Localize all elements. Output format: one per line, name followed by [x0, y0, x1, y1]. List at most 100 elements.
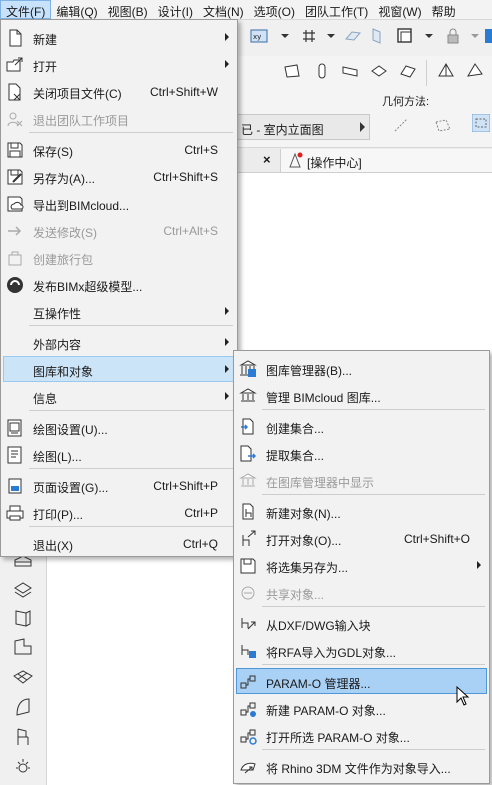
menu-item-open-object[interactable]: 打开对象(O)... Ctrl+Shift+O [236, 525, 487, 551]
view-combo-label: 已 - 室内立面图 [241, 123, 324, 137]
menu-item-shortcut: Ctrl+Shift+O [403, 532, 470, 546]
morph-icon[interactable] [12, 636, 34, 658]
menu-item-exit[interactable]: 退出(X) Ctrl+Q [3, 530, 235, 556]
blue-box-icon[interactable] [484, 27, 492, 45]
menu-item-import-rhino[interactable]: 将 Rhino 3DM 文件作为对象导入... [236, 753, 487, 779]
menu-item-label: 绘图(L)... [33, 450, 82, 464]
menu-item-open[interactable]: 打开 [3, 51, 235, 77]
object-chair-icon[interactable] [12, 726, 34, 748]
menu-design[interactable]: 设计(I) [153, 0, 198, 19]
rfa-import-icon [239, 642, 257, 660]
column-icon[interactable] [313, 62, 331, 80]
menu-item-label: 共享对象... [266, 588, 325, 602]
menu-item-save-as[interactable]: 另存为(A)... Ctrl+Shift+S [3, 163, 235, 189]
action-center-icon [287, 152, 303, 171]
roof-icon[interactable] [370, 62, 388, 80]
railing-icon[interactable] [12, 578, 34, 600]
lock-icon[interactable] [444, 27, 462, 45]
menu-item-label: 打开所选 PARAM-O 对象... [266, 731, 410, 745]
curtain-wall-icon[interactable] [12, 696, 34, 718]
pyramid-icon[interactable] [437, 62, 455, 80]
plane-icon[interactable] [344, 27, 362, 45]
lamp-icon[interactable] [12, 756, 34, 778]
menu-item-plot-setup[interactable]: 绘图设置(U)... [3, 414, 235, 440]
menu-item-label: 图库和对象 [33, 365, 94, 379]
straight-line-geometry-icon[interactable] [392, 116, 410, 134]
close-icon[interactable]: × [263, 152, 271, 167]
chevron-down-icon[interactable] [466, 27, 484, 45]
menu-item-label: 在图库管理器中显示 [266, 476, 375, 490]
menu-item-info[interactable]: 信息 [3, 383, 235, 409]
menu-item-share-object[interactable]: 共享对象... [236, 579, 487, 605]
wall-plane-icon[interactable] [368, 27, 386, 45]
menu-item-save-selection-as[interactable]: 将选集另存为... [236, 552, 487, 578]
menu-item-leave-team[interactable]: 退出团队工作项目 [3, 105, 235, 131]
menu-item-new-object[interactable]: 新建对象(N)... [236, 498, 487, 524]
menu-item-show-in-library[interactable]: 在图库管理器中显示 [236, 467, 487, 493]
rotated-rect-geometry-icon[interactable] [471, 113, 491, 133]
libraries-submenu: 图库管理器(B)... 管理 BIMcloud 图库... 创建集合... 提取… [233, 350, 490, 784]
menu-item-label: 退出团队工作项目 [33, 114, 130, 128]
menu-edit[interactable]: 编辑(Q) [51, 0, 102, 19]
close-project-icon [6, 83, 24, 101]
door-icon[interactable] [12, 607, 34, 629]
view-combo[interactable]: 已 - 室内立面图 [236, 114, 370, 140]
menu-options[interactable]: 选项(O) [249, 0, 300, 19]
chevron-down-icon[interactable] [276, 27, 294, 45]
menu-item-new[interactable]: 新建 [3, 24, 235, 50]
menu-item-bimcloud-libraries[interactable]: 管理 BIMcloud 图库... [236, 382, 487, 408]
menu-item-import-rfa[interactable]: 将RFA导入为GDL对象... [236, 637, 487, 663]
open-folder-icon [6, 56, 24, 74]
menu-item-open-param-o[interactable]: 打开所选 PARAM-O 对象... [236, 722, 487, 748]
menu-item-shortcut: Ctrl+Shift+P [153, 479, 218, 493]
menu-window[interactable]: 视窗(W) [373, 0, 426, 19]
toolbar-divider [426, 60, 427, 86]
triangle-plane-icon[interactable] [466, 62, 484, 80]
menu-item-label: 外部内容 [33, 338, 82, 352]
menu-item-libraries-objects[interactable]: 图库和对象 [3, 356, 235, 382]
menu-item-param-o-manager[interactable]: PARAM-O 管理器... [236, 668, 487, 694]
menu-item-send-changes[interactable]: 发送修改(S) Ctrl+Alt+S [3, 217, 235, 243]
send-changes-icon [6, 222, 24, 240]
menu-item-print[interactable]: 打印(P)... Ctrl+P [3, 499, 235, 525]
menu-item-label: 新建 [33, 33, 58, 47]
slab-icon[interactable] [283, 62, 301, 80]
menu-item-create-container[interactable]: 创建集合... [236, 413, 487, 439]
coordinates-icon[interactable]: xy [250, 27, 268, 45]
menu-item-external-content[interactable]: 外部内容 [3, 329, 235, 355]
beam-icon[interactable] [341, 62, 359, 80]
menu-item-library-manager[interactable]: 图库管理器(B)... [236, 355, 487, 381]
menu-item-publish-bimx[interactable]: 发布BIMx超级模型... [3, 271, 235, 297]
menu-item-label: 提取集合... [266, 449, 325, 463]
chevron-down-icon[interactable] [322, 27, 340, 45]
menu-item-travel-pack[interactable]: 创建旅行包 [3, 244, 235, 270]
menu-item-export-bimcloud[interactable]: 导出到BIMcloud... [3, 190, 235, 216]
mouse-cursor-icon [456, 685, 470, 706]
menu-teamwork[interactable]: 团队工作(T) [300, 0, 373, 19]
menu-help[interactable]: 帮助 [427, 0, 461, 19]
menu-document[interactable]: 文档(N) [198, 0, 249, 19]
menu-item-extract-container[interactable]: 提取集合... [236, 440, 487, 466]
mesh-icon[interactable] [12, 666, 34, 688]
chevron-down-icon[interactable] [420, 27, 438, 45]
shell-icon[interactable] [399, 62, 417, 80]
menu-item-new-param-o[interactable]: 新建 PARAM-O 对象... [236, 695, 487, 721]
menu-item-shortcut: Ctrl+S [184, 143, 218, 157]
menu-item-import-dxf-dwg[interactable]: 从DXF/DWG输入块 [236, 610, 487, 636]
menu-item-close-project[interactable]: 关闭项目文件(C) Ctrl+Shift+W [3, 78, 235, 104]
layer-box-icon[interactable] [396, 27, 414, 45]
submenu-arrow-icon [225, 338, 229, 346]
menu-item-label: 新建 PARAM-O 对象... [266, 704, 386, 718]
menu-item-label: 另存为(A)... [33, 172, 95, 186]
grid-snap-icon[interactable] [300, 27, 318, 45]
menu-item-plot[interactable]: 绘图(L)... [3, 441, 235, 467]
menu-file[interactable]: 文件(F) [0, 0, 52, 19]
menu-item-page-setup[interactable]: 页面设置(G)... Ctrl+Shift+P [3, 472, 235, 498]
menu-item-label: 图库管理器(B)... [266, 364, 352, 378]
menu-view[interactable]: 视图(B) [103, 0, 153, 19]
dxf-import-icon [239, 615, 257, 633]
tab-action-center[interactable]: [操作中心] [280, 149, 492, 172]
menu-item-save[interactable]: 保存(S) Ctrl+S [3, 136, 235, 162]
menu-item-interoperability[interactable]: 互操作性 [3, 298, 235, 324]
rect-geometry-icon[interactable] [434, 116, 452, 134]
